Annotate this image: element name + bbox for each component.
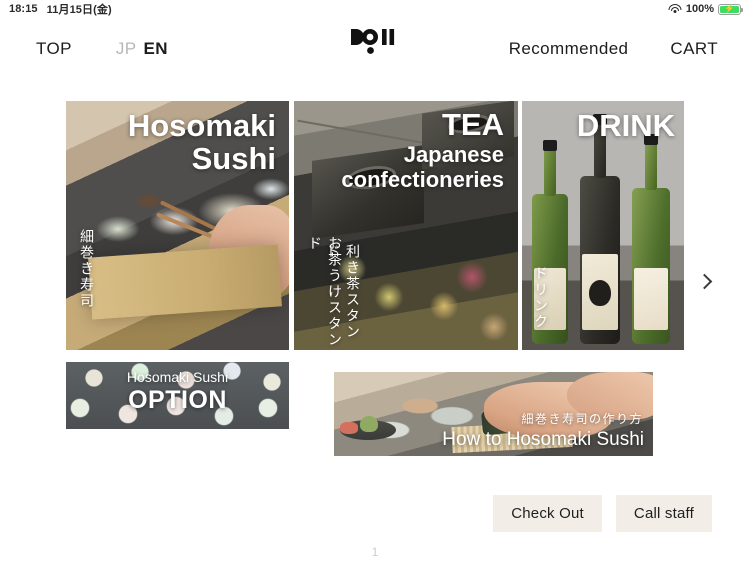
nav-right-group: Recommended CART xyxy=(509,39,750,59)
nav-item-cart[interactable]: CART xyxy=(670,39,718,59)
status-date: 11月15日(金) xyxy=(46,4,112,16)
card-subtitle-tea: Japanese confectioneries xyxy=(341,142,504,192)
category-card-tea[interactable]: TEA Japanese confectioneries 利き茶スタンド お茶う… xyxy=(294,101,518,350)
card-title-jp-hosomaki-sushi: 細巻き寿司 xyxy=(78,229,94,309)
card-title-drink: DRINK xyxy=(576,108,675,143)
call-staff-button[interactable]: Call staff xyxy=(615,495,712,532)
card-subtitle-option: Hosomaki Sushi xyxy=(126,369,229,385)
status-time: 18:15 xyxy=(9,3,38,15)
check-out-button[interactable]: Check Out xyxy=(493,495,602,532)
nav-item-recommended[interactable]: Recommended xyxy=(509,39,629,59)
card-title-option: OPTION xyxy=(128,386,227,414)
wifi-icon xyxy=(668,4,682,14)
battery-charging-icon: ⚡ xyxy=(718,3,743,15)
lang-option-jp[interactable]: JP xyxy=(116,39,137,59)
chevron-right-icon[interactable] xyxy=(694,268,718,294)
banner-title-en-how-to: How to Hosomaki Sushi xyxy=(442,429,644,450)
language-switcher: JP EN xyxy=(116,39,168,59)
status-bar-right: 100% ⚡ xyxy=(668,3,750,15)
status-bar: 18:15 11月15日(金) 100% ⚡ xyxy=(0,0,750,18)
lang-option-en[interactable]: EN xyxy=(143,39,167,59)
app-logo[interactable] xyxy=(351,26,399,54)
battery-percent: 100% xyxy=(685,3,714,15)
card-title-hosomaki-sushi: Hosomaki Sushi xyxy=(127,108,276,176)
category-card-drink[interactable]: DRINK ドリンク xyxy=(522,101,684,350)
card-title-jp-tea-ochauke: お茶うけスタンド xyxy=(306,236,342,348)
card-title-tea: TEA xyxy=(442,107,504,142)
footer-button-row: Check Out Call staff xyxy=(0,495,750,532)
nav-item-top[interactable]: TOP xyxy=(36,39,72,59)
status-bar-left: 18:15 11月15日(金) xyxy=(0,1,112,17)
banner-card-how-to-hosomaki-sushi[interactable]: 細巻き寿司の作り方 How to Hosomaki Sushi xyxy=(334,372,653,456)
page-indicator: 1 xyxy=(371,545,379,559)
category-card-hosomaki-option[interactable]: Hosomaki Sushi OPTION xyxy=(66,362,289,429)
banner-title-jp-how-to: 細巻き寿司の作り方 xyxy=(521,412,643,426)
nav-left-group: TOP JP EN xyxy=(0,39,168,59)
category-card-hosomaki-sushi[interactable]: Hosomaki Sushi 細巻き寿司 xyxy=(66,101,289,350)
card-title-jp-drink: ドリンク xyxy=(532,266,548,330)
